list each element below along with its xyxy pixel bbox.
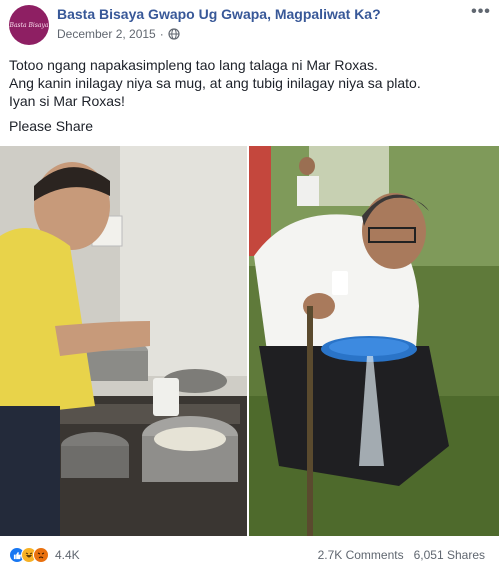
more-options-icon[interactable]: ••• [470, 3, 492, 21]
post-text-line: Iyan si Mar Roxas! [9, 93, 125, 109]
please-share-text: Please Share [9, 118, 94, 134]
meta-separator: · [159, 27, 164, 41]
angry-icon [33, 547, 49, 563]
shares-count-link[interactable]: 6,051 Shares [414, 548, 485, 562]
page-name-link[interactable]: Basta Bisaya Gwapo Ug Gwapa, Magpaliwat … [57, 6, 381, 22]
post-text: Totoo ngang napakasimpleng tao lang tala… [9, 56, 489, 110]
comments-count-link[interactable]: 2.7K Comments [318, 548, 404, 562]
photo-cooking-rice-image [0, 146, 247, 536]
photo-cooking-rice[interactable] [0, 146, 247, 536]
post-stats: 2.7K Comments 6,051 Shares [318, 548, 485, 562]
avatar-logo-text: Basta Bisaya [9, 21, 49, 29]
globe-icon[interactable] [168, 28, 180, 40]
post-footer: 4.4K 2.7K Comments 6,051 Shares [0, 538, 499, 573]
post-meta: December 2, 2015 · [57, 27, 180, 41]
post-text-line: Ang kanin inilagay niya sa mug, at ang t… [9, 75, 421, 91]
reactions-summary[interactable]: 4.4K [9, 547, 80, 563]
photo-water-plate-image [249, 146, 499, 536]
post-date-link[interactable]: December 2, 2015 [57, 27, 156, 41]
post-text-line: Totoo ngang napakasimpleng tao lang tala… [9, 57, 378, 73]
reaction-count: 4.4K [55, 548, 80, 562]
page-avatar[interactable]: Basta Bisaya [9, 5, 49, 45]
photo-water-plate[interactable] [249, 146, 499, 536]
facebook-post: Basta Bisaya Basta Bisaya Gwapo Ug Gwapa… [0, 0, 499, 573]
post-header: Basta Bisaya Basta Bisaya Gwapo Ug Gwapa… [0, 0, 499, 48]
